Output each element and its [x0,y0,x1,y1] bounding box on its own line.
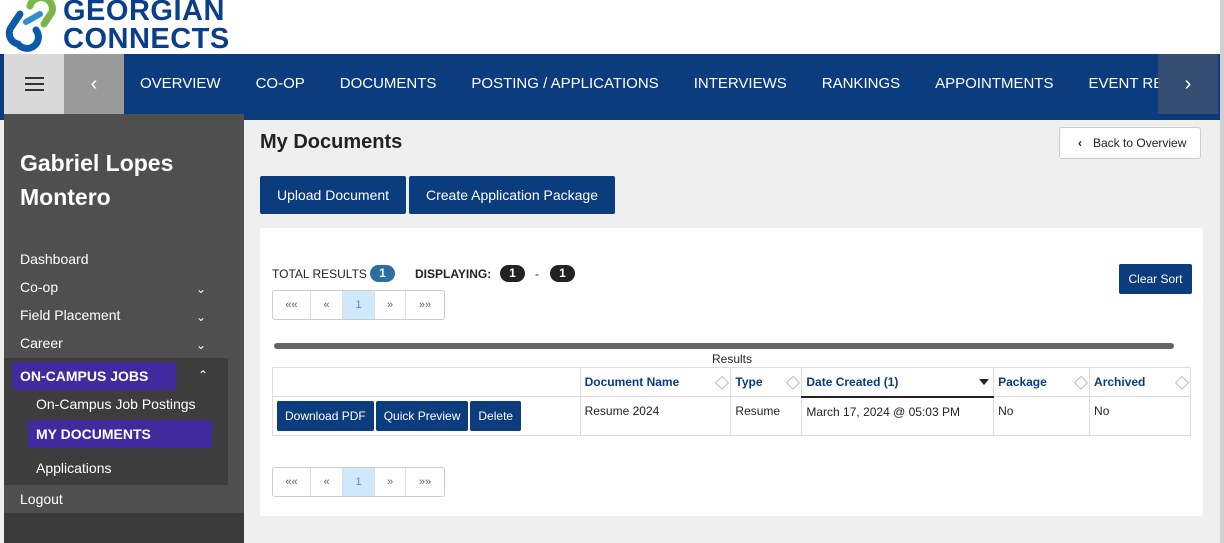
col-actions [272,367,581,397]
user-name-line-1: Gabriel Lopes [20,150,174,176]
displaying-label: DISPLAYING: [415,267,492,281]
cell-document-name: Resume 2024 [579,396,732,436]
menu-icon[interactable] [4,54,64,114]
quick-preview-button[interactable]: Quick Preview [375,401,469,431]
total-results-label: TOTAL RESULTS [272,267,367,281]
upload-document-button[interactable]: Upload Document [260,176,406,214]
pager-prev[interactable]: « [311,468,343,496]
pager-next[interactable]: » [375,291,406,319]
sidebar-item-field-placement[interactable]: Field Placement [20,307,120,323]
nav-items: OVERVIEW CO-OP DOCUMENTS POSTING / APPLICAT… [124,54,1160,114]
back-to-overview-button[interactable]: ‹ Back to Overview [1059,127,1201,159]
nav-scroll-right-icon[interactable]: › [1158,54,1218,114]
chevron-down-icon[interactable]: ⌄ [196,338,206,352]
user-name-line-2: Montero [20,184,111,210]
col-document-name[interactable]: Document Name [579,367,732,397]
pager-next[interactable]: » [375,468,406,496]
nav-item-rankings[interactable]: RANKINGS [806,54,916,114]
documents-table: Document Name Type Date Created (1) Pack… [272,367,1191,436]
cell-date-created: March 17, 2024 @ 05:03 PM [801,396,995,436]
sort-desc-icon[interactable] [979,379,990,385]
back-to-overview-label: Back to Overview [1093,136,1187,150]
pager-last[interactable]: »» [406,468,444,496]
create-application-package-button[interactable]: Create Application Package [409,176,615,214]
row-actions: Download PDF Quick Preview Delete [272,396,581,436]
col-date-created[interactable]: Date Created (1) [801,367,995,398]
pagination-bottom: «« « 1 » »» [272,467,445,497]
sort-icon[interactable] [1076,375,1085,389]
displaying-to-badge: 1 [550,265,575,282]
brand-line-1: GEORGIAN [63,0,225,27]
sidebar-item-career[interactable]: Career [20,335,63,351]
sidebar-item-logout[interactable]: Logout [20,491,63,507]
sort-icon[interactable] [788,375,797,389]
top-navigation: ‹ OVERVIEW CO-OP DOCUMENTS POSTING / APPLIC… [0,54,1220,120]
sidebar-footer [4,513,244,543]
col-date-created-label: Date Created (1) [806,374,899,389]
table-caption: Results [711,352,752,366]
page-scrollbar[interactable] [1220,0,1224,543]
sidebar-section-on-campus-jobs: ON-CAMPUS JOBS ⌃ On-Campus Job Postings … [4,358,228,485]
sidebar: Gabriel Lopes Montero Dashboard Co-op ⌄ … [4,114,244,543]
sort-icon[interactable] [1177,375,1186,389]
download-pdf-button[interactable]: Download PDF [277,401,374,431]
sidebar-item-dashboard[interactable]: Dashboard [20,251,89,267]
sidebar-item-on-campus-job-postings[interactable]: On-Campus Job Postings [36,396,196,412]
sidebar-item-co-op[interactable]: Co-op [20,279,58,295]
nav-item-event-registration[interactable]: EVENT REGISTRATION [1072,54,1160,114]
pagination-top: «« « 1 » »» [272,290,445,320]
chevron-up-icon[interactable]: ⌃ [198,368,208,382]
sidebar-item-on-campus-jobs[interactable]: ON-CAMPUS JOBS [12,362,176,390]
displaying-from-badge: 1 [500,265,525,282]
nav-item-overview[interactable]: OVERVIEW [124,54,237,114]
total-results-badge: 1 [370,265,395,282]
nav-scroll-left-icon[interactable]: ‹ [64,54,124,114]
pager-prev[interactable]: « [311,291,343,319]
results-card: TOTAL RESULTS 1 DISPLAYING: 1 - 1 «« « 1… [260,228,1203,516]
col-document-name-label: Document Name [584,375,680,389]
chevron-down-icon[interactable]: ⌄ [196,282,206,296]
brand-name: GEORGIAN CONNECTS [63,0,230,55]
col-package[interactable]: Package [993,367,1091,397]
chevron-left-icon: ‹ [1078,136,1082,150]
nav-item-appointments[interactable]: APPOINTMENTS [919,54,1069,114]
sidebar-item-my-documents[interactable]: MY DOCUMENTS [28,420,212,448]
delete-button[interactable]: Delete [470,401,522,431]
user-name: Gabriel Lopes Montero [20,146,173,214]
table-row: Download PDF Quick Preview Delete Resume 2… [272,396,1191,436]
nav-item-postings-applications[interactable]: POSTING / APPLICATIONS [455,54,674,114]
cell-archived: No [1089,396,1191,436]
clear-sort-button[interactable]: Clear Sort [1119,264,1192,294]
pager-page-1[interactable]: 1 [343,468,375,496]
col-type-label: Type [735,375,763,389]
col-type[interactable]: Type [730,367,803,397]
table-horizontal-scrollbar[interactable] [274,343,1174,349]
sort-icon[interactable] [717,375,726,389]
pager-page-1[interactable]: 1 [343,291,375,319]
nav-item-documents[interactable]: DOCUMENTS [324,54,453,114]
col-archived[interactable]: Archived [1089,367,1191,397]
nav-item-interviews[interactable]: INTERVIEWS [678,54,803,114]
pager-first[interactable]: «« [273,468,311,496]
header-logo-bar: GEORGIAN CONNECTS [0,0,1224,54]
col-archived-label: Archived [1094,375,1146,389]
pager-first[interactable]: «« [273,291,311,319]
cell-type: Resume [730,396,803,436]
chain-link-logo-icon [5,0,56,52]
displaying-dash: - [535,267,539,281]
sidebar-item-applications[interactable]: Applications [36,460,112,476]
col-package-label: Package [998,375,1047,389]
nav-item-co-op[interactable]: CO-OP [240,54,321,114]
table-header-row: Document Name Type Date Created (1) Pack… [272,367,1191,398]
cell-package: No [993,396,1091,436]
brand-line-2: CONNECTS [63,23,230,55]
chevron-down-icon[interactable]: ⌄ [196,310,206,324]
pager-last[interactable]: »» [406,291,444,319]
page-title: My Documents [260,131,403,153]
